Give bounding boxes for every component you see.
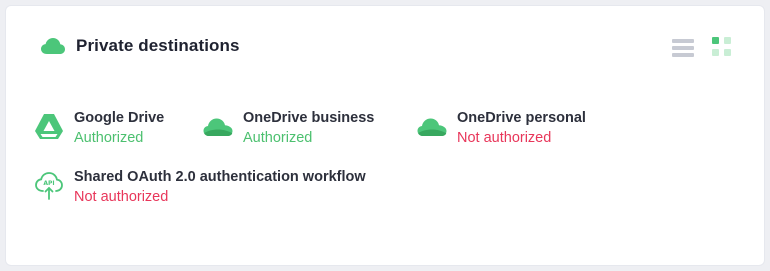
destination-onedrive-personal[interactable]: OneDrive personal Not authorized [417, 109, 586, 148]
destination-name: OneDrive personal [457, 110, 586, 126]
onedrive-icon [417, 118, 447, 136]
destination-name: Google Drive [74, 110, 165, 126]
status-text: Authorized [243, 130, 313, 146]
private-destinations-card: Private destinations Google Drive Author… [5, 5, 765, 266]
grid-view-icon[interactable] [712, 37, 732, 57]
svg-text:API: API [43, 180, 54, 187]
status-text: Authorized [74, 130, 144, 146]
destination-google-drive[interactable]: Google Drive Authorized [34, 109, 164, 148]
status-text: Not authorized [74, 189, 169, 205]
destination-shared-oauth[interactable]: API Shared OAuth 2.0 authentication work… [34, 168, 366, 207]
status-text: Not authorized [457, 130, 552, 146]
page-title: Private destinations [76, 36, 240, 55]
destination-onedrive-business[interactable]: OneDrive business Authorized [203, 109, 374, 148]
card-header: Private destinations [40, 36, 240, 56]
list-view-icon[interactable] [672, 37, 694, 57]
cloud-icon [41, 38, 65, 54]
onedrive-icon [203, 118, 233, 136]
view-toggle [672, 37, 732, 57]
google-drive-icon [35, 114, 63, 139]
destination-name: OneDrive business [243, 110, 375, 126]
api-cloud-icon: API [35, 172, 63, 200]
destination-name: Shared OAuth 2.0 authentication workflow [74, 169, 366, 185]
